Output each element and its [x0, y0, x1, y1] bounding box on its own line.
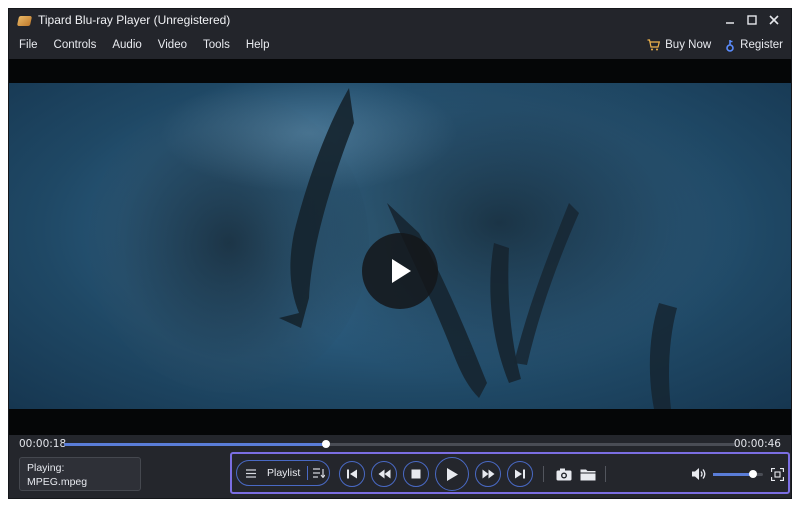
rewind-button[interactable] [371, 461, 397, 487]
list-icon [241, 468, 261, 478]
volume-slider[interactable] [713, 470, 763, 478]
skip-previous-button[interactable] [339, 461, 365, 487]
seek-bar[interactable] [64, 440, 736, 448]
menu-video[interactable]: Video [150, 39, 195, 51]
stop-button[interactable] [403, 461, 429, 487]
now-playing-file: MPEG.mpeg [27, 476, 88, 488]
seek-row: 00:00:18 00:00:46 [9, 435, 791, 453]
register-button[interactable]: Register [725, 39, 783, 52]
close-icon[interactable] [763, 9, 785, 31]
divider [543, 466, 544, 482]
window-title: Tipard Blu-ray Player (Unregistered) [38, 13, 231, 27]
seek-bar-thumb[interactable] [322, 440, 331, 448]
menu-audio[interactable]: Audio [104, 39, 149, 51]
fast-forward-icon [482, 469, 494, 479]
now-playing-panel: Playing: MPEG.mpeg [19, 457, 141, 491]
control-bar: Playlist [230, 452, 790, 494]
app-logo-icon [18, 14, 32, 27]
video-area[interactable] [9, 59, 791, 435]
volume-button[interactable] [689, 464, 709, 484]
divider [605, 466, 606, 482]
stop-icon [411, 469, 421, 479]
play-overlay-button[interactable] [362, 233, 438, 309]
key-icon [726, 39, 734, 52]
minimize-icon[interactable] [719, 9, 741, 31]
volume-slider-thumb[interactable] [749, 470, 757, 478]
menu-bar: File Controls Audio Video Tools Help Buy… [9, 31, 791, 59]
play-icon [447, 467, 458, 481]
fast-forward-button[interactable] [475, 461, 501, 487]
menu-tools[interactable]: Tools [195, 39, 238, 51]
menu-help[interactable]: Help [238, 39, 278, 51]
maximize-icon[interactable] [741, 9, 763, 31]
skip-next-button[interactable] [507, 461, 533, 487]
menu-controls[interactable]: Controls [46, 39, 105, 51]
snapshot-button[interactable] [554, 464, 574, 484]
skip-previous-icon [347, 469, 357, 479]
play-icon [392, 259, 411, 283]
buy-now-button[interactable]: Buy Now [647, 39, 711, 51]
sort-list-icon[interactable] [307, 466, 325, 480]
skip-next-icon [515, 469, 525, 479]
window-controls [719, 9, 785, 31]
rewind-icon [378, 469, 390, 479]
play-button[interactable] [435, 457, 469, 491]
now-playing-label: Playing: [27, 462, 65, 474]
total-time: 00:00:46 [733, 438, 781, 450]
volume-slider-fill [713, 473, 753, 476]
buy-now-label: Buy Now [665, 39, 712, 51]
menu-file[interactable]: File [11, 39, 46, 51]
menu-actions: Buy Now Register [647, 31, 783, 59]
open-folder-button[interactable] [578, 464, 598, 484]
seek-bar-fill [64, 443, 327, 446]
fullscreen-icon [770, 467, 784, 481]
playlist-button[interactable]: Playlist [236, 460, 330, 486]
register-label: Register [740, 39, 783, 51]
playlist-label: Playlist [267, 467, 301, 479]
video-frame [9, 83, 791, 409]
player-window: Tipard Blu-ray Player (Unregistered) Fil… [8, 8, 792, 499]
title-bar: Tipard Blu-ray Player (Unregistered) [9, 9, 791, 31]
volume-icon [692, 468, 706, 480]
cart-icon [647, 39, 661, 51]
elapsed-time: 00:00:18 [19, 438, 67, 450]
camera-icon [556, 468, 572, 480]
folder-icon [580, 469, 596, 480]
fullscreen-button[interactable] [767, 464, 787, 484]
